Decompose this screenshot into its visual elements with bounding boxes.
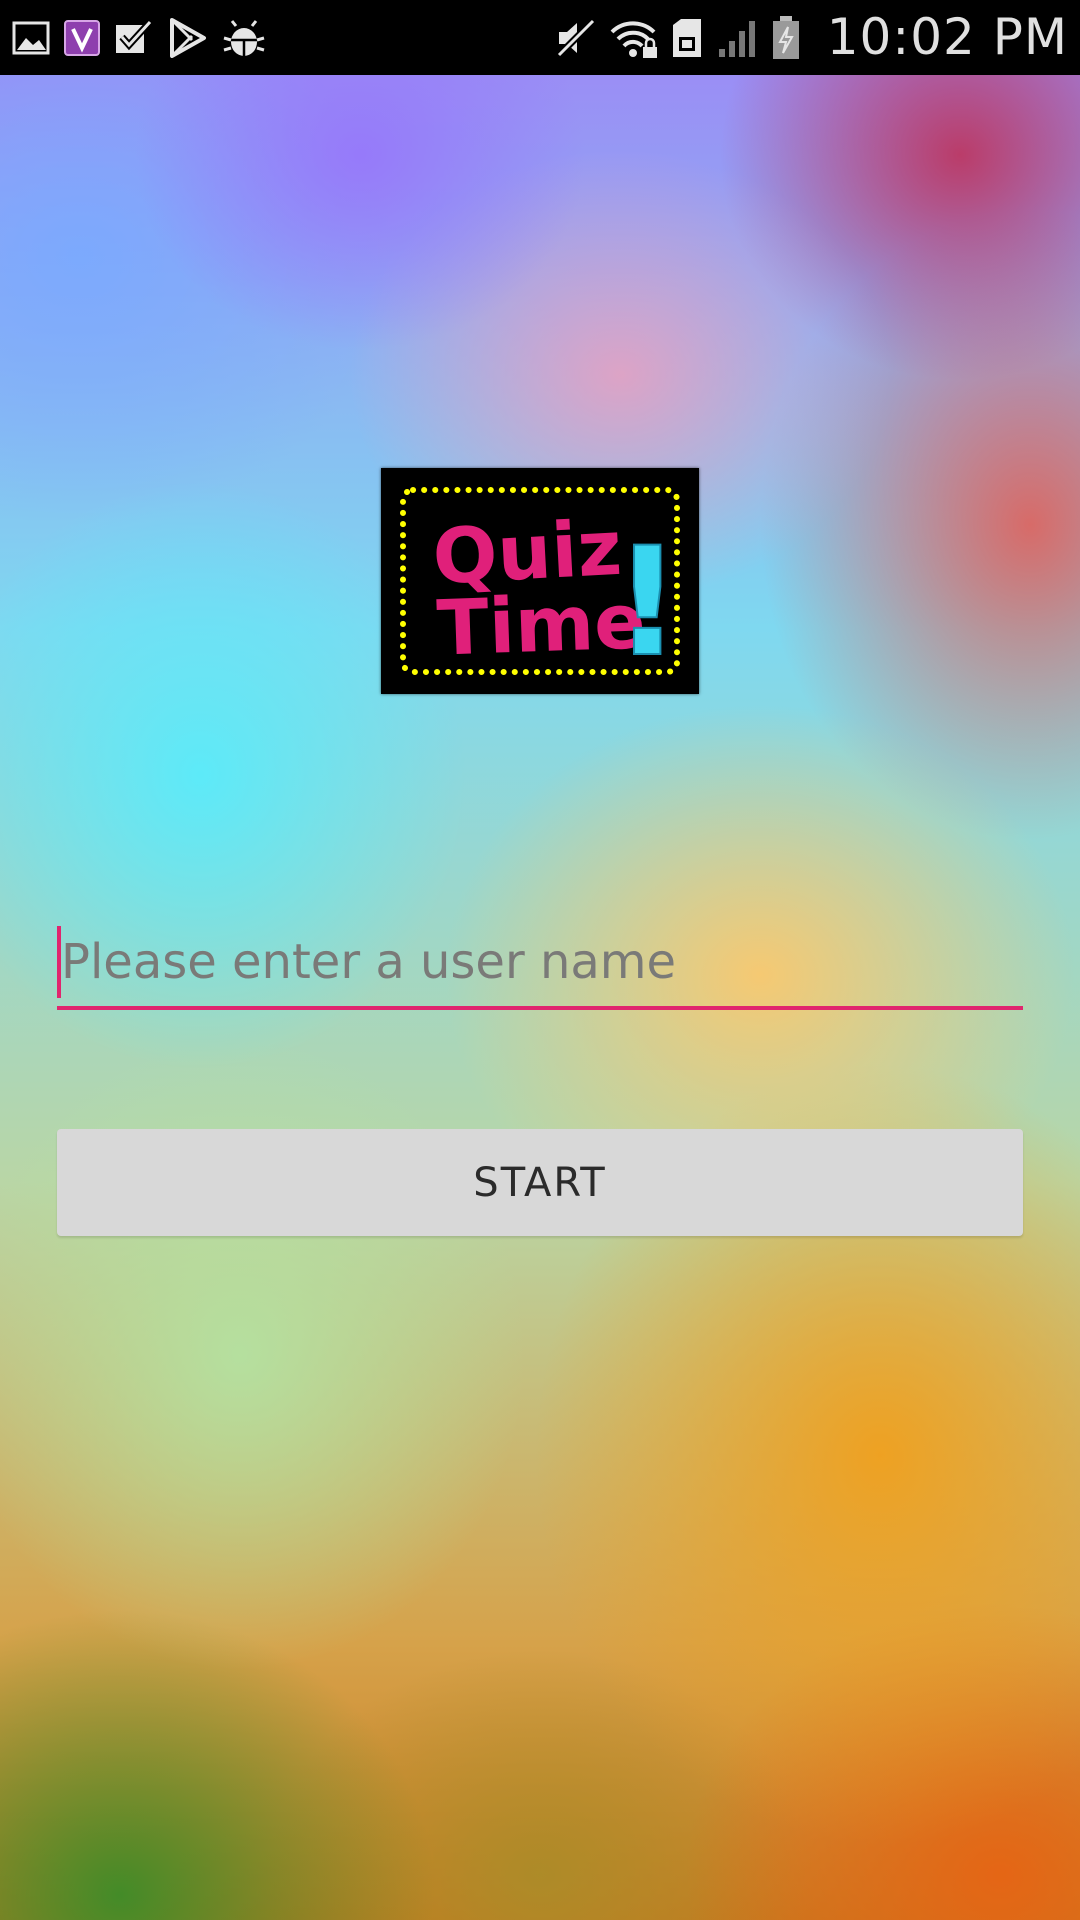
username-field[interactable]	[57, 918, 1023, 1010]
username-input[interactable]	[57, 918, 1023, 1006]
gallery-icon	[12, 14, 50, 62]
start-button[interactable]: START	[57, 1129, 1023, 1236]
signal-icon	[717, 14, 759, 62]
logo-exclamation: !	[613, 516, 681, 690]
system-icons: 10:02 PM	[554, 0, 1068, 75]
wifi-icon	[609, 14, 659, 62]
android-bug-icon	[222, 14, 266, 62]
checkbox-icon	[114, 14, 154, 62]
notification-icons	[12, 14, 266, 62]
status-bar: 10:02 PM	[0, 0, 1080, 75]
sim-card-icon	[671, 14, 705, 62]
text-cursor	[57, 926, 61, 998]
play-store-icon	[168, 14, 208, 62]
clock: 10:02 PM	[826, 8, 1068, 66]
viber-icon	[64, 14, 100, 62]
battery-charging-icon	[771, 14, 801, 62]
quiz-time-logo: Quiz Time !	[381, 468, 699, 694]
mute-icon	[554, 14, 597, 62]
